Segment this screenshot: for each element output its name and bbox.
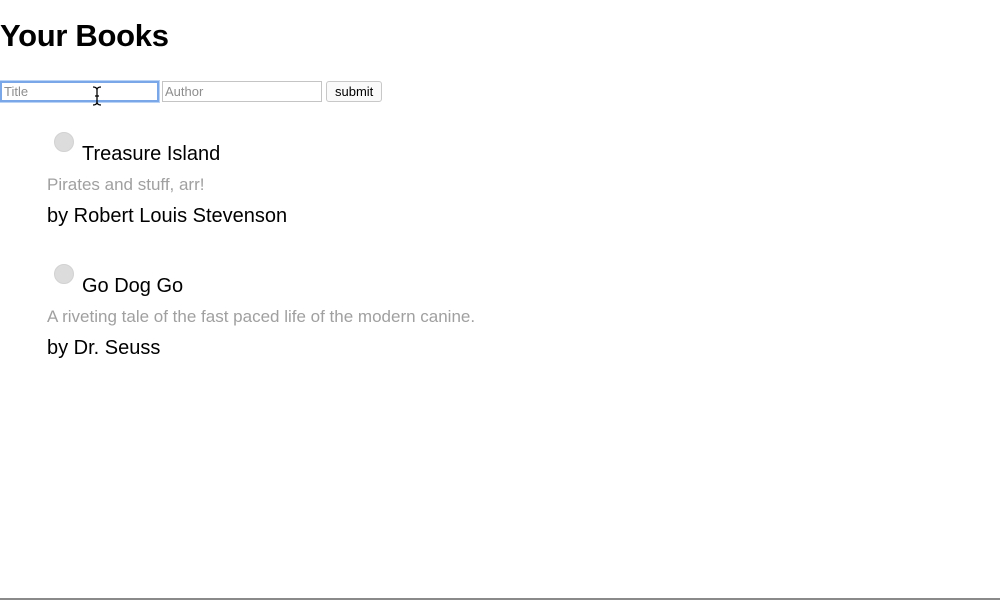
add-book-form: submit — [0, 81, 383, 102]
page-title: Your Books — [0, 18, 169, 53]
book-description: A riveting tale of the fast paced life o… — [47, 307, 476, 326]
page: Your Books submit Treasure Island Pirate… — [0, 0, 1000, 600]
book-header: Go Dog Go — [47, 264, 475, 297]
book-description: Pirates and stuff, arr! — [47, 175, 205, 194]
book-title: Treasure Island — [82, 143, 221, 165]
title-input[interactable] — [0, 81, 159, 102]
book-header: Treasure Island — [47, 132, 475, 165]
book-toggle-circle[interactable] — [54, 264, 74, 284]
book-title: Go Dog Go — [82, 275, 184, 297]
submit-button[interactable]: submit — [326, 81, 383, 102]
book-toggle-circle[interactable] — [54, 132, 74, 152]
book-item: Go Dog Go A riveting tale of the fast pa… — [47, 264, 475, 360]
book-author: by Robert Louis Stevenson — [47, 205, 288, 227]
author-input[interactable] — [162, 81, 322, 102]
book-list: Treasure Island Pirates and stuff, arr! … — [47, 132, 475, 396]
book-item: Treasure Island Pirates and stuff, arr! … — [47, 132, 475, 228]
book-author: by Dr. Seuss — [47, 337, 161, 359]
